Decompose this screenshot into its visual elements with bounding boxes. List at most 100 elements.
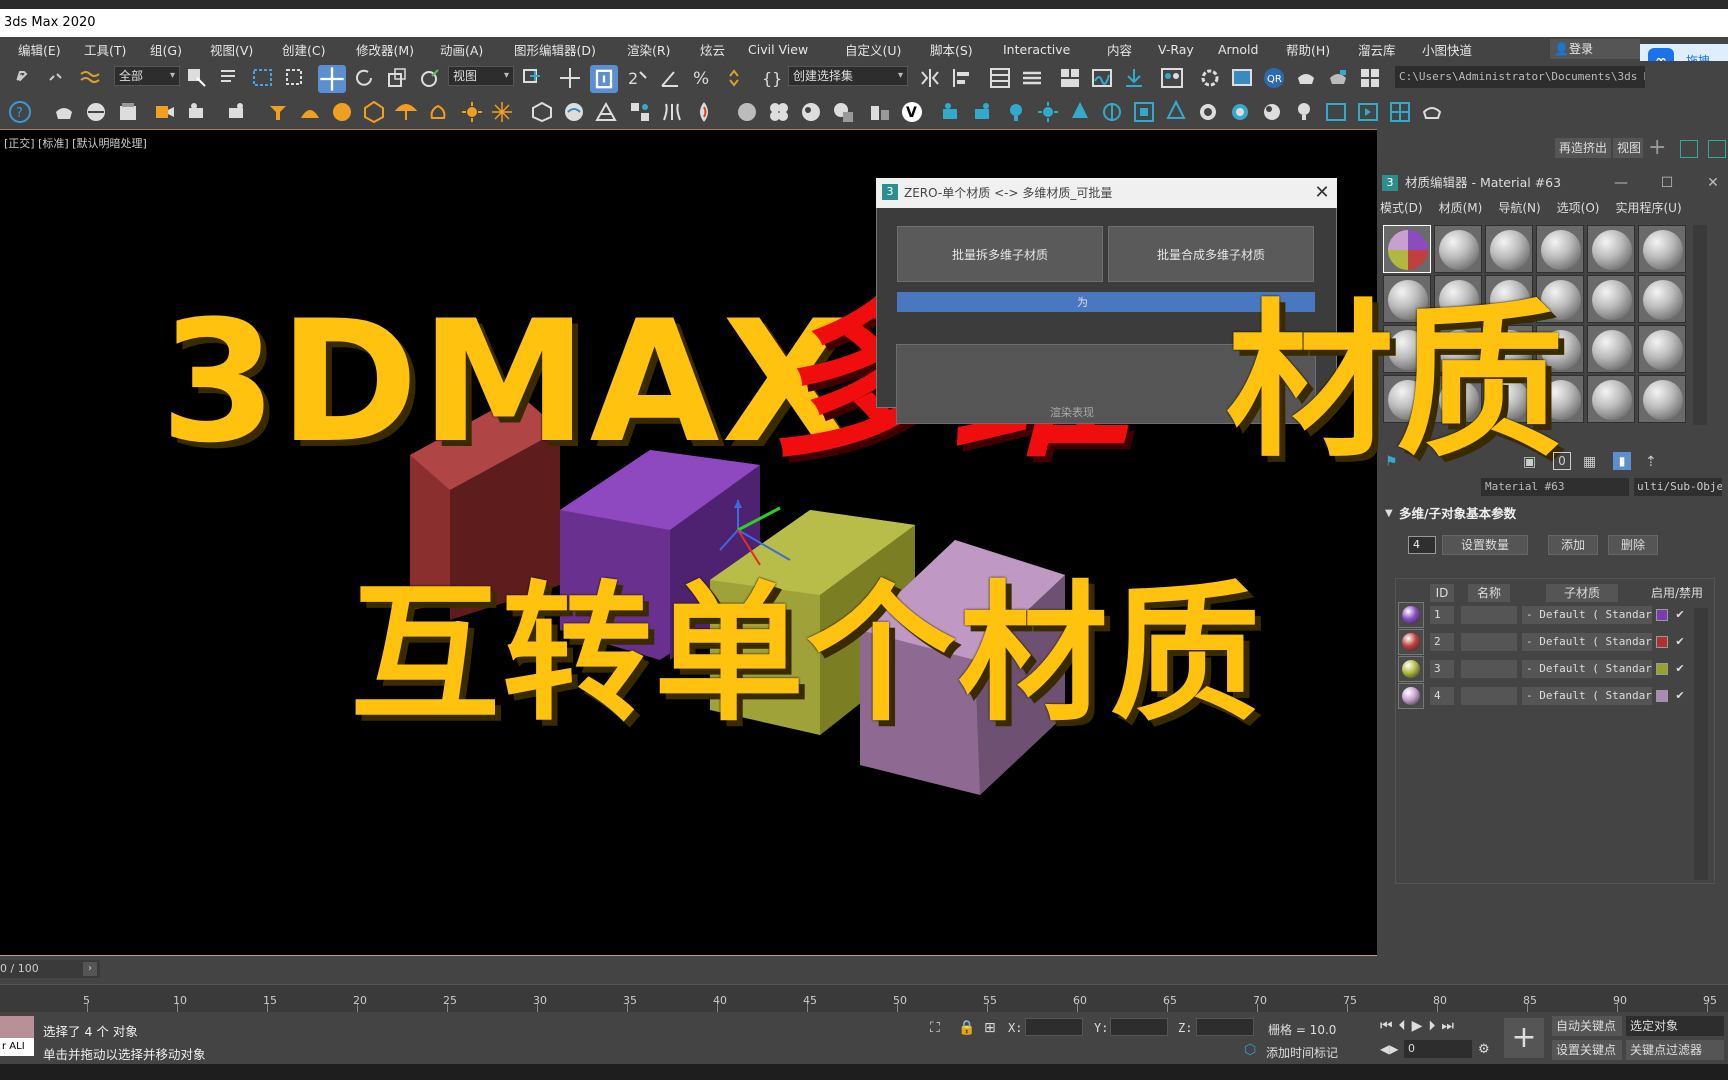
box-tool-icon[interactable] bbox=[116, 100, 140, 124]
qr-render-icon[interactable]: QR bbox=[1262, 66, 1286, 90]
render-cloud-icon[interactable] bbox=[1326, 66, 1350, 90]
menu-xiaotu[interactable]: 小图快道 bbox=[1422, 40, 1492, 59]
col-enable[interactable]: 启用/禁用 bbox=[1648, 584, 1706, 602]
align-icon[interactable] bbox=[950, 66, 974, 90]
col-name[interactable]: 名称 bbox=[1468, 584, 1510, 602]
add-time-tag[interactable]: 添加时间标记 bbox=[1266, 1044, 1338, 1061]
sample-slot[interactable] bbox=[1434, 225, 1482, 273]
sample-slot[interactable] bbox=[1485, 225, 1533, 273]
vray-camera-icon[interactable] bbox=[153, 100, 177, 124]
row-enable-checkbox[interactable]: ✔ bbox=[1674, 663, 1686, 675]
menu-civil-view[interactable]: Civil View bbox=[748, 42, 845, 57]
select-by-name-icon[interactable] bbox=[218, 66, 242, 90]
menu-edit[interactable]: 编辑(E) bbox=[18, 40, 84, 59]
row-submaterial-button[interactable]: - Default ( Standard bbox=[1522, 606, 1652, 624]
edit-named-selection-icon[interactable]: {} bbox=[760, 66, 784, 90]
x-coord-field[interactable] bbox=[1025, 1018, 1083, 1036]
mat-menu-utilities[interactable]: 实用程序(U) bbox=[1615, 199, 1681, 219]
material-editor-icon[interactable] bbox=[1160, 66, 1184, 90]
sample-slot[interactable] bbox=[1587, 275, 1635, 323]
mat-menu-material[interactable]: 材质(M) bbox=[1439, 199, 1483, 219]
render-setup-icon[interactable] bbox=[1198, 66, 1222, 90]
get-material-icon[interactable]: ⚑ bbox=[1385, 454, 1398, 470]
row-enable-checkbox[interactable]: ✔ bbox=[1674, 609, 1686, 621]
menu-animation[interactable]: 动画(A) bbox=[440, 40, 514, 59]
menu-modifiers[interactable]: 修改器(M) bbox=[356, 40, 440, 59]
login-button[interactable]: 👤登录 bbox=[1550, 39, 1640, 59]
menu-xuanyun[interactable]: 炫云 bbox=[700, 40, 748, 59]
show-map-icon[interactable]: ▦ bbox=[1583, 454, 1596, 470]
menu-scripting[interactable]: 脚本(S) bbox=[930, 40, 1003, 59]
row-color-swatch[interactable] bbox=[1656, 690, 1668, 702]
curve-editor-icon[interactable] bbox=[1090, 66, 1114, 90]
selection-filter-dropdown[interactable]: 全部 bbox=[114, 66, 180, 86]
material-assign-icon[interactable] bbox=[831, 100, 855, 124]
omni-light-icon[interactable] bbox=[266, 100, 290, 124]
bind-spacewarp-icon[interactable] bbox=[78, 66, 102, 90]
camera-rig-icon[interactable] bbox=[226, 100, 250, 124]
rect-selection-icon[interactable] bbox=[251, 66, 275, 90]
vray-volume-icon[interactable] bbox=[692, 100, 716, 124]
batch-merge-button[interactable]: 批量合成多维子材质 bbox=[1108, 226, 1314, 282]
vray-fur-icon[interactable] bbox=[562, 100, 586, 124]
row-color-swatch[interactable] bbox=[1656, 663, 1668, 675]
manipulate-icon[interactable] bbox=[558, 66, 582, 90]
save-material-icon[interactable]: ▣ bbox=[1523, 454, 1536, 470]
absolute-mode-icon[interactable]: ⊞ bbox=[984, 1020, 996, 1036]
menu-tools[interactable]: 工具(T) bbox=[84, 40, 150, 59]
view-button[interactable]: 视图 bbox=[1613, 138, 1643, 158]
keyboard-shortcut-override-icon[interactable] bbox=[590, 65, 618, 93]
delete-button[interactable]: 删除 bbox=[1608, 535, 1658, 555]
key-mode-icon[interactable]: ◀▶ bbox=[1380, 1042, 1398, 1056]
material-ball-icon[interactable] bbox=[735, 100, 759, 124]
z-coord-field[interactable] bbox=[1196, 1018, 1254, 1036]
unlink-icon[interactable] bbox=[45, 66, 69, 90]
schematic-view-icon[interactable] bbox=[1122, 66, 1146, 90]
link-icon[interactable] bbox=[12, 66, 36, 90]
vray-proxy-icon[interactable] bbox=[530, 100, 554, 124]
physical-camera-icon[interactable] bbox=[186, 100, 210, 124]
percent-snap-icon[interactable]: % bbox=[690, 66, 714, 90]
sky-light-icon[interactable] bbox=[490, 100, 514, 124]
material-browser-icon[interactable] bbox=[799, 100, 823, 124]
selected-object-dropdown[interactable]: 选定对象 bbox=[1626, 1016, 1724, 1036]
vray-logo-icon[interactable]: V bbox=[900, 100, 924, 124]
sphere-tool-icon[interactable] bbox=[84, 100, 108, 124]
row-name-field[interactable] bbox=[1461, 687, 1517, 705]
col-submaterial[interactable]: 子材质 bbox=[1546, 584, 1618, 602]
layer-explorer-icon[interactable] bbox=[1020, 66, 1044, 90]
sphere-light-icon[interactable] bbox=[330, 100, 354, 124]
menu-interactive[interactable]: Interactive bbox=[1003, 42, 1107, 57]
vray-sun-icon[interactable] bbox=[1036, 100, 1060, 124]
table-scrollbar[interactable] bbox=[1694, 608, 1708, 880]
current-frame-field[interactable]: 0 bbox=[1404, 1040, 1472, 1058]
modify-panel-icon[interactable] bbox=[1680, 140, 1698, 158]
vray-dome-camera-icon[interactable] bbox=[972, 100, 996, 124]
set-count-button[interactable]: 设置数量 bbox=[1442, 535, 1528, 555]
vray-sphere-fade-icon[interactable] bbox=[1228, 100, 1252, 124]
isolate-selection-icon[interactable]: ⛶ bbox=[930, 1020, 940, 1036]
viewport-label[interactable]: [正交] [标准] [默认明暗处理] bbox=[4, 135, 147, 151]
show-end-result-icon[interactable]: ▮ bbox=[1613, 452, 1631, 470]
material-count-field[interactable]: 4 bbox=[1408, 536, 1436, 554]
mirror-icon[interactable] bbox=[918, 66, 942, 90]
row-material-preview[interactable] bbox=[1398, 602, 1424, 628]
col-id[interactable]: ID bbox=[1430, 584, 1454, 602]
menu-group[interactable]: 组(G) bbox=[150, 40, 210, 59]
menu-arnold[interactable]: Arnold bbox=[1218, 42, 1286, 57]
menu-liuyunku[interactable]: 溜云库 bbox=[1358, 40, 1422, 59]
maximize-icon[interactable]: ☐ bbox=[1654, 171, 1680, 195]
material-name-field[interactable]: Material #63 bbox=[1481, 478, 1629, 496]
vray-render-region-icon[interactable] bbox=[1356, 100, 1380, 124]
sample-slot[interactable] bbox=[1383, 225, 1431, 273]
vray-fur-3-icon[interactable] bbox=[1164, 100, 1188, 124]
next-frame-icon[interactable]: › bbox=[83, 962, 97, 976]
vray-light-icon[interactable] bbox=[1004, 100, 1028, 124]
row-material-preview[interactable] bbox=[1398, 683, 1424, 709]
maxscript-mini-input[interactable]: r ALI bbox=[0, 1038, 34, 1056]
window-crossing-icon[interactable] bbox=[284, 66, 308, 90]
menu-rendering[interactable]: 渲染(R) bbox=[627, 40, 700, 59]
mat-menu-navigation[interactable]: 导航(N) bbox=[1498, 199, 1540, 219]
minimize-icon[interactable]: — bbox=[1608, 171, 1634, 195]
row-color-swatch[interactable] bbox=[1656, 636, 1668, 648]
